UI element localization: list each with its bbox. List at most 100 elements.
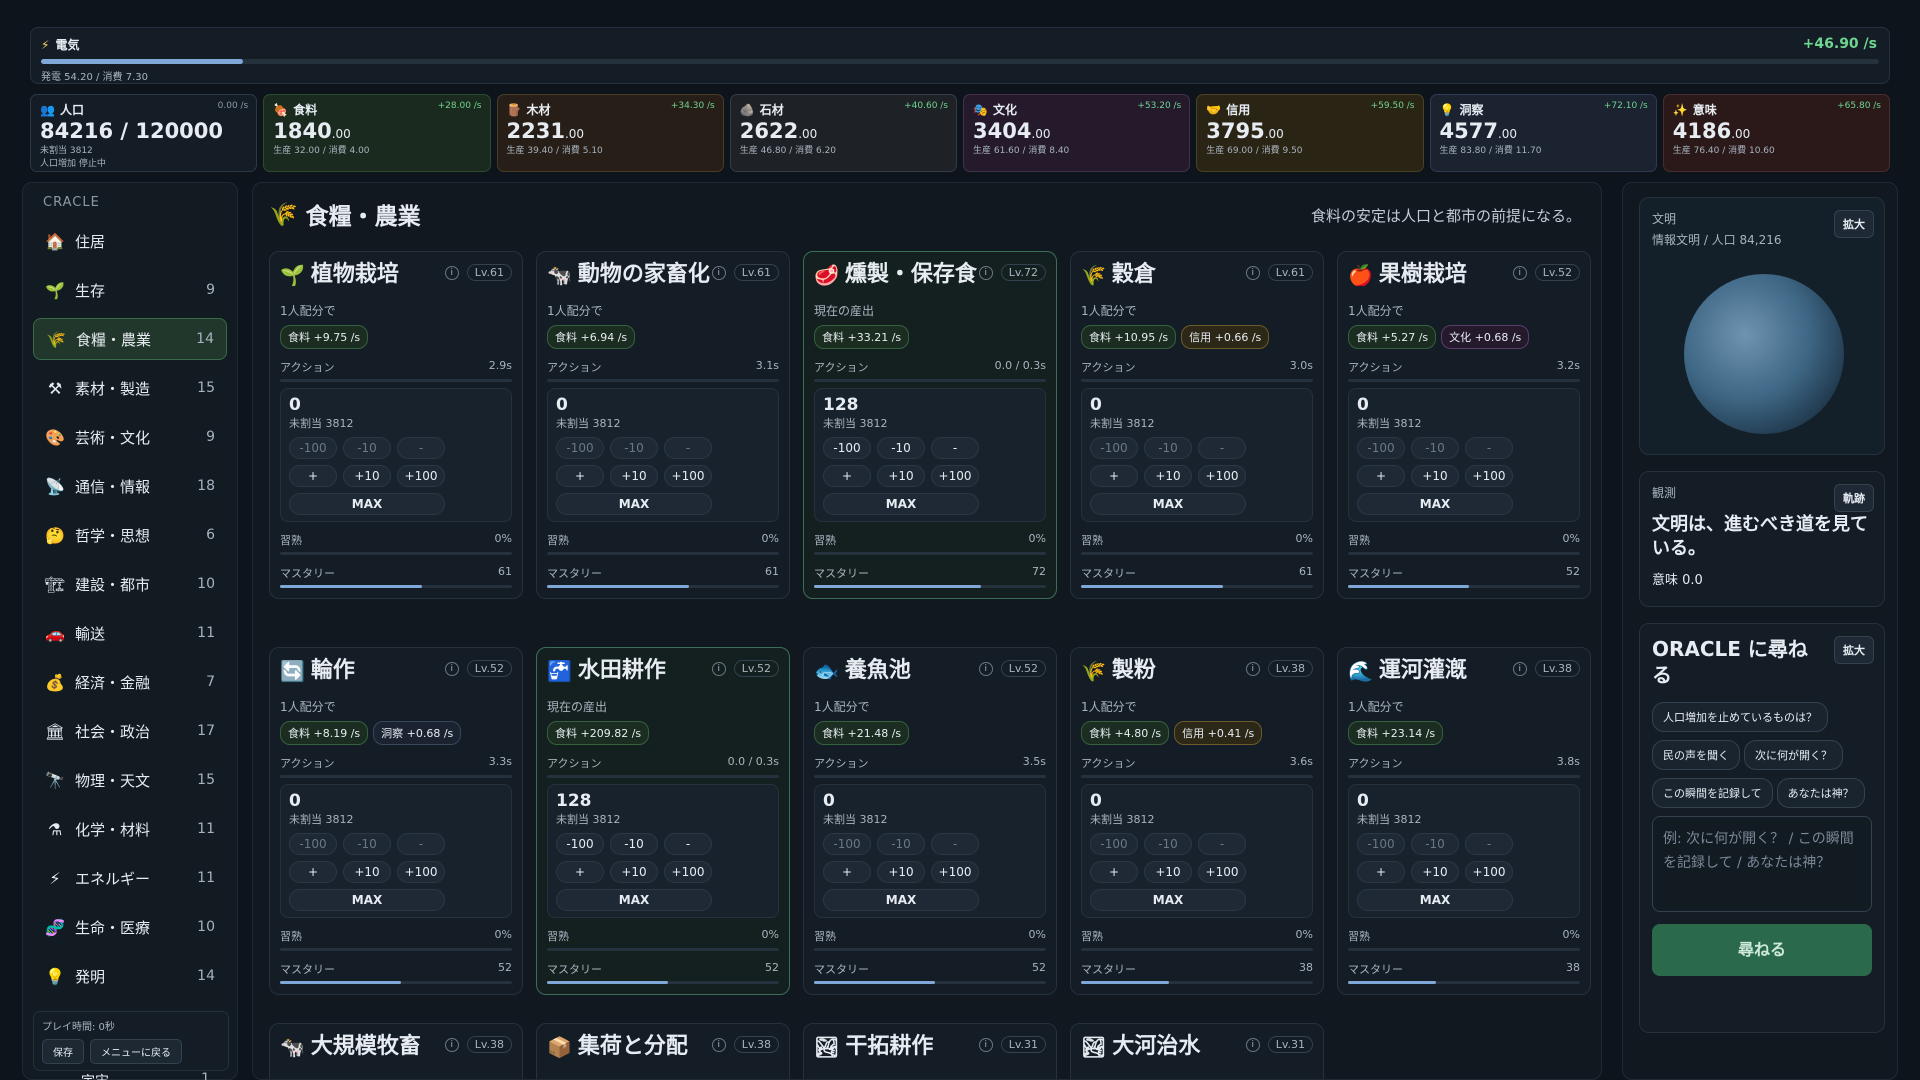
increment-button[interactable]: + — [1090, 465, 1138, 487]
sidebar-item[interactable]: 🚗 輸送 11 — [33, 612, 227, 654]
increment-button[interactable]: + — [289, 861, 337, 883]
max-button[interactable]: MAX — [289, 889, 445, 911]
decrement-button[interactable]: - — [1465, 437, 1513, 459]
decrement-button[interactable]: - — [1465, 833, 1513, 855]
info-icon[interactable]: i — [1245, 265, 1260, 280]
expand-globe-button[interactable]: 拡大 — [1834, 210, 1874, 238]
decrement-button[interactable]: -10 — [877, 833, 925, 855]
sidebar-item[interactable]: ⚗ 化学・材料 11 — [33, 808, 227, 850]
info-icon[interactable]: i — [1512, 661, 1527, 676]
sidebar-item[interactable]: 🏠 住居 — [33, 220, 227, 262]
decrement-button[interactable]: -100 — [1090, 833, 1138, 855]
increment-button[interactable]: +100 — [1465, 861, 1513, 883]
increment-button[interactable]: +100 — [931, 465, 979, 487]
save-button[interactable]: 保存 — [42, 1039, 84, 1064]
decrement-button[interactable]: -10 — [1144, 437, 1192, 459]
oracle-question-input[interactable]: 例: 次に何が開く？ / この瞬間を記録して / あなたは神？ — [1652, 816, 1872, 912]
decrement-button[interactable]: - — [1198, 833, 1246, 855]
decrement-button[interactable]: - — [1198, 437, 1246, 459]
info-icon[interactable]: i — [444, 265, 459, 280]
sidebar-item[interactable]: 🏗 建設・都市 10 — [33, 563, 227, 605]
decrement-button[interactable]: - — [664, 833, 712, 855]
max-button[interactable]: MAX — [556, 493, 712, 515]
ask-button[interactable]: 尋ねる — [1652, 924, 1872, 976]
decrement-button[interactable]: -100 — [1357, 833, 1405, 855]
increment-button[interactable]: +100 — [664, 465, 712, 487]
max-button[interactable]: MAX — [1090, 889, 1246, 911]
max-button[interactable]: MAX — [556, 889, 712, 911]
max-button[interactable]: MAX — [1090, 493, 1246, 515]
max-button[interactable]: MAX — [823, 889, 979, 911]
increment-button[interactable]: +10 — [343, 861, 391, 883]
max-button[interactable]: MAX — [823, 493, 979, 515]
info-icon[interactable]: i — [444, 661, 459, 676]
back-to-menu-button[interactable]: メニューに戻る — [90, 1039, 182, 1064]
oracle-question-chip[interactable]: この瞬間を記録して — [1652, 778, 1773, 808]
info-icon[interactable]: i — [978, 265, 993, 280]
increment-button[interactable]: +10 — [610, 465, 658, 487]
sidebar-item[interactable]: 🧬 生命・医療 10 — [33, 906, 227, 948]
sidebar-item[interactable]: ⚒ 素材・製造 15 — [33, 367, 227, 409]
decrement-button[interactable]: -10 — [610, 437, 658, 459]
decrement-button[interactable]: -10 — [1411, 437, 1459, 459]
max-button[interactable]: MAX — [1357, 493, 1513, 515]
decrement-button[interactable]: -10 — [343, 437, 391, 459]
decrement-button[interactable]: -100 — [556, 437, 604, 459]
info-icon[interactable]: i — [1245, 661, 1260, 676]
increment-button[interactable]: + — [1357, 861, 1405, 883]
info-icon[interactable]: i — [711, 1037, 726, 1052]
oracle-question-chip[interactable]: 民の声を聞く — [1652, 740, 1740, 770]
sidebar-item[interactable]: 🎨 芸術・文化 9 — [33, 416, 227, 458]
decrement-button[interactable]: -10 — [610, 833, 658, 855]
sidebar-item[interactable]: 💡 発明 14 — [33, 955, 227, 997]
increment-button[interactable]: + — [289, 465, 337, 487]
decrement-button[interactable]: -10 — [1411, 833, 1459, 855]
info-icon[interactable]: i — [444, 1037, 459, 1052]
decrement-button[interactable]: -100 — [823, 437, 871, 459]
increment-button[interactable]: +100 — [931, 861, 979, 883]
increment-button[interactable]: + — [556, 465, 604, 487]
increment-button[interactable]: + — [556, 861, 604, 883]
increment-button[interactable]: +10 — [1144, 861, 1192, 883]
decrement-button[interactable]: -10 — [343, 833, 391, 855]
increment-button[interactable]: +100 — [1198, 465, 1246, 487]
oracle-question-chip[interactable]: あなたは神？ — [1776, 778, 1865, 808]
decrement-button[interactable]: - — [931, 437, 979, 459]
decrement-button[interactable]: -10 — [877, 437, 925, 459]
decrement-button[interactable]: - — [931, 833, 979, 855]
increment-button[interactable]: +10 — [343, 465, 391, 487]
max-button[interactable]: MAX — [289, 493, 445, 515]
info-icon[interactable]: i — [1512, 265, 1527, 280]
decrement-button[interactable]: - — [664, 437, 712, 459]
sidebar-item-space[interactable]: 宇宙 1 — [41, 1071, 210, 1080]
max-button[interactable]: MAX — [1357, 889, 1513, 911]
increment-button[interactable]: +100 — [1198, 861, 1246, 883]
sidebar-item[interactable]: 🔭 物理・天文 15 — [33, 759, 227, 801]
expand-oracle-button[interactable]: 拡大 — [1834, 636, 1874, 664]
decrement-button[interactable]: - — [397, 437, 445, 459]
increment-button[interactable]: + — [1357, 465, 1405, 487]
info-icon[interactable]: i — [1245, 1037, 1260, 1052]
increment-button[interactable]: +10 — [1411, 861, 1459, 883]
sidebar-item[interactable]: 🌾 食糧・農業 14 — [33, 318, 227, 360]
increment-button[interactable]: + — [823, 861, 871, 883]
decrement-button[interactable]: -100 — [823, 833, 871, 855]
increment-button[interactable]: +10 — [877, 861, 925, 883]
increment-button[interactable]: +10 — [877, 465, 925, 487]
sidebar-item[interactable]: 🤔 哲学・思想 6 — [33, 514, 227, 556]
decrement-button[interactable]: -100 — [1090, 437, 1138, 459]
sidebar-item[interactable]: 💰 経済・金融 7 — [33, 661, 227, 703]
decrement-button[interactable]: -100 — [556, 833, 604, 855]
increment-button[interactable]: +10 — [610, 861, 658, 883]
increment-button[interactable]: + — [823, 465, 871, 487]
increment-button[interactable]: +10 — [1411, 465, 1459, 487]
sidebar-item[interactable]: 🏛 社会・政治 17 — [33, 710, 227, 752]
oracle-question-chip[interactable]: 次に何が開く？ — [1744, 740, 1843, 770]
increment-button[interactable]: +100 — [664, 861, 712, 883]
increment-button[interactable]: +100 — [1465, 465, 1513, 487]
sidebar-item[interactable]: ⚡ エネルギー 11 — [33, 857, 227, 899]
trajectory-button[interactable]: 軌跡 — [1834, 484, 1874, 512]
increment-button[interactable]: +10 — [1144, 465, 1192, 487]
info-icon[interactable]: i — [711, 265, 726, 280]
decrement-button[interactable]: -100 — [1357, 437, 1405, 459]
